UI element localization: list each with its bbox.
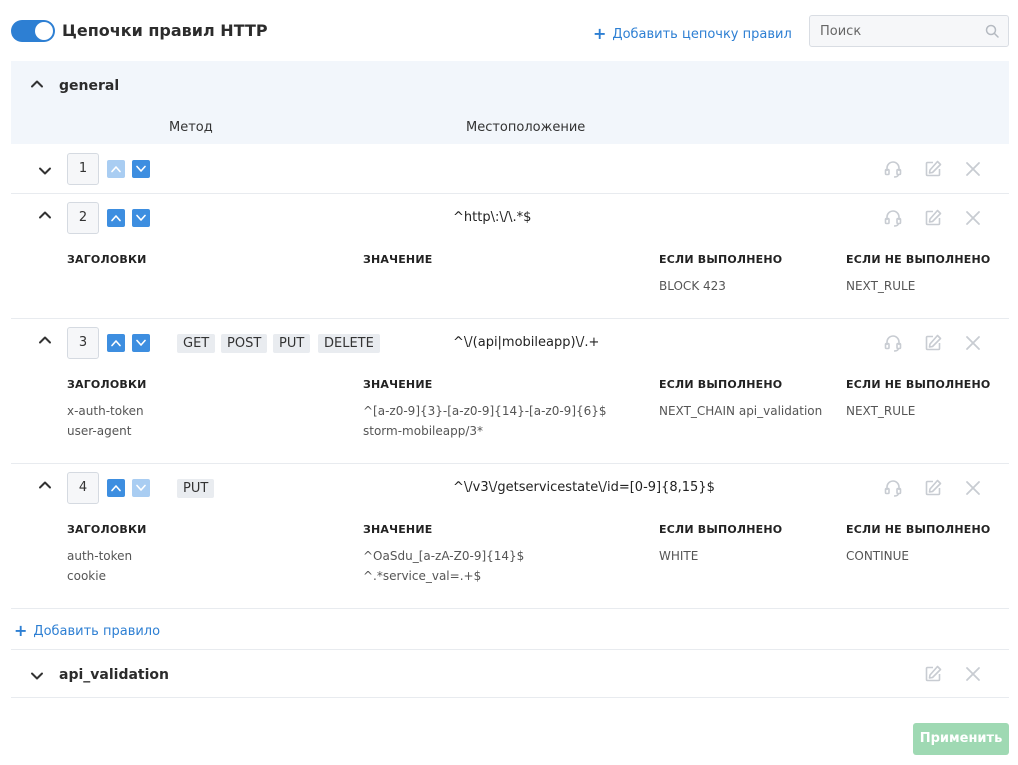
search-icon[interactable]	[985, 24, 999, 38]
move-up-button[interactable]	[107, 479, 125, 497]
arrow-down-icon	[136, 165, 146, 173]
method-tag: POST	[221, 334, 268, 353]
if-not-matched-value: NEXT_RULE	[846, 279, 916, 293]
arrow-down-icon	[136, 339, 146, 347]
rule-row-1: 1	[11, 144, 1009, 194]
apply-button[interactable]: Применить	[913, 723, 1009, 755]
http-chains-toggle[interactable]	[11, 20, 55, 42]
edit-icon[interactable]	[923, 159, 943, 179]
if-matched-value: NEXT_CHAIN api_validation	[659, 404, 823, 418]
add-rule-button[interactable]: + Добавить правило	[14, 620, 161, 640]
edit-icon[interactable]	[923, 208, 943, 228]
column-method: Метод	[169, 120, 213, 135]
if-matched-label: ЕСЛИ ВЫПОЛНЕНО	[659, 378, 783, 391]
if-matched-value: BLOCK 423	[659, 279, 726, 293]
if-not-matched-label: ЕСЛИ НЕ ВЫПОЛНЕНО	[846, 523, 991, 536]
move-down-button[interactable]	[132, 209, 150, 227]
chain-name: general	[59, 78, 120, 94]
value-label: ЗНАЧЕНИЕ	[363, 523, 433, 536]
close-icon[interactable]	[963, 664, 983, 684]
move-up-button[interactable]	[107, 209, 125, 227]
headers-label: ЗАГОЛОВКИ	[67, 378, 147, 391]
chevron-up-icon[interactable]	[38, 478, 52, 492]
search-input[interactable]	[810, 16, 980, 46]
header-name: user-agent	[67, 424, 132, 438]
method-tag: PUT	[177, 479, 215, 498]
arrow-up-icon	[111, 484, 121, 492]
search-box	[809, 15, 1009, 47]
if-matched-value: WHITE	[659, 549, 699, 563]
method-tag: GET	[177, 334, 216, 353]
header-name: x-auth-token	[67, 404, 144, 418]
move-down-button[interactable]	[132, 334, 150, 352]
rule-number[interactable]: 3	[67, 327, 99, 359]
rule-location: ^\/v3\/getservicestate\/id=[0-9]{8,15}$	[453, 480, 715, 495]
if-matched-label: ЕСЛИ ВЫПОЛНЕНО	[659, 523, 783, 536]
arrow-down-icon	[136, 214, 146, 222]
plus-icon: +	[593, 24, 607, 43]
chevron-down-icon[interactable]	[38, 164, 52, 178]
method-tag: PUT	[273, 334, 311, 353]
move-down-button[interactable]	[132, 160, 150, 178]
rule-number[interactable]: 4	[67, 472, 99, 504]
edit-icon[interactable]	[923, 478, 943, 498]
headset-icon[interactable]	[883, 159, 903, 179]
headset-icon[interactable]	[883, 208, 903, 228]
chain-header-general[interactable]: general	[11, 61, 1009, 111]
if-not-matched-value: NEXT_RULE	[846, 404, 916, 418]
headers-label: ЗАГОЛОВКИ	[67, 523, 147, 536]
top-bar: Цепочки правил HTTP + Добавить цепочку пр…	[11, 15, 1009, 47]
headers-label: ЗАГОЛОВКИ	[67, 253, 147, 266]
close-icon[interactable]	[963, 333, 983, 353]
value-label: ЗНАЧЕНИЕ	[363, 253, 433, 266]
chain-header-api-validation[interactable]: api_validation	[11, 650, 1009, 698]
chevron-down-icon[interactable]	[30, 669, 44, 683]
chevron-up-icon[interactable]	[38, 208, 52, 222]
close-icon[interactable]	[963, 159, 983, 179]
move-down-button[interactable]	[132, 479, 150, 497]
header-value: ^.*service_val=.+$	[363, 569, 482, 583]
rule-location: ^http\:\/\.*$	[453, 210, 532, 225]
close-icon[interactable]	[963, 478, 983, 498]
if-matched-label: ЕСЛИ ВЫПОЛНЕНО	[659, 253, 783, 266]
arrow-down-icon	[136, 484, 146, 492]
arrow-up-icon	[111, 339, 121, 347]
add-rule-label: Добавить правило	[33, 624, 161, 639]
chain-name: api_validation	[59, 667, 169, 683]
edit-icon[interactable]	[923, 333, 943, 353]
rule-number[interactable]: 2	[67, 202, 99, 234]
add-chain-button[interactable]: + Добавить цепочку правил	[593, 23, 792, 43]
headset-icon[interactable]	[883, 333, 903, 353]
if-not-matched-label: ЕСЛИ НЕ ВЫПОЛНЕНО	[846, 253, 991, 266]
rule-location: ^\/(api|mobileapp)\/.+	[453, 335, 600, 350]
header-value: ^OaSdu_[a-zA-Z0-9]{14}$	[363, 549, 525, 563]
rule-row-3: 3 GET POST PUT DELETE ^\/(api|mobileapp)…	[11, 319, 1009, 464]
page-title: Цепочки правил HTTP	[62, 21, 268, 40]
add-chain-label: Добавить цепочку правил	[612, 27, 792, 42]
chevron-up-icon[interactable]	[38, 333, 52, 347]
if-not-matched-label: ЕСЛИ НЕ ВЫПОЛНЕНО	[846, 378, 991, 391]
header-name: auth-token	[67, 549, 133, 563]
rule-row-4: 4 PUT ^\/v3\/getservicestate\/id=[0-9]{8…	[11, 464, 1009, 609]
rule-number[interactable]: 1	[67, 153, 99, 185]
header-value: ^[a-z0-9]{3}-[a-z0-9]{14}-[a-z0-9]{6}$	[363, 404, 607, 418]
headset-icon[interactable]	[883, 478, 903, 498]
column-location: Местоположение	[466, 120, 586, 135]
header-name: cookie	[67, 569, 106, 583]
column-header-row: Метод Местоположение	[11, 111, 1009, 144]
plus-icon: +	[14, 621, 28, 640]
edit-icon[interactable]	[923, 664, 943, 684]
header-value: storm-mobileapp/3*	[363, 424, 484, 438]
arrow-up-icon	[111, 214, 121, 222]
rule-row-2: 2 ^http\:\/\.*$ ЗАГОЛОВКИ ЗНАЧЕНИЕ ЕСЛИ …	[11, 194, 1009, 319]
if-not-matched-value: CONTINUE	[846, 549, 910, 563]
chevron-up-icon[interactable]	[30, 77, 44, 91]
move-up-button[interactable]	[107, 334, 125, 352]
move-up-button[interactable]	[107, 160, 125, 178]
value-label: ЗНАЧЕНИЕ	[363, 378, 433, 391]
toggle-knob	[35, 22, 53, 40]
method-tag: DELETE	[318, 334, 380, 353]
close-icon[interactable]	[963, 208, 983, 228]
arrow-up-icon	[111, 165, 121, 173]
